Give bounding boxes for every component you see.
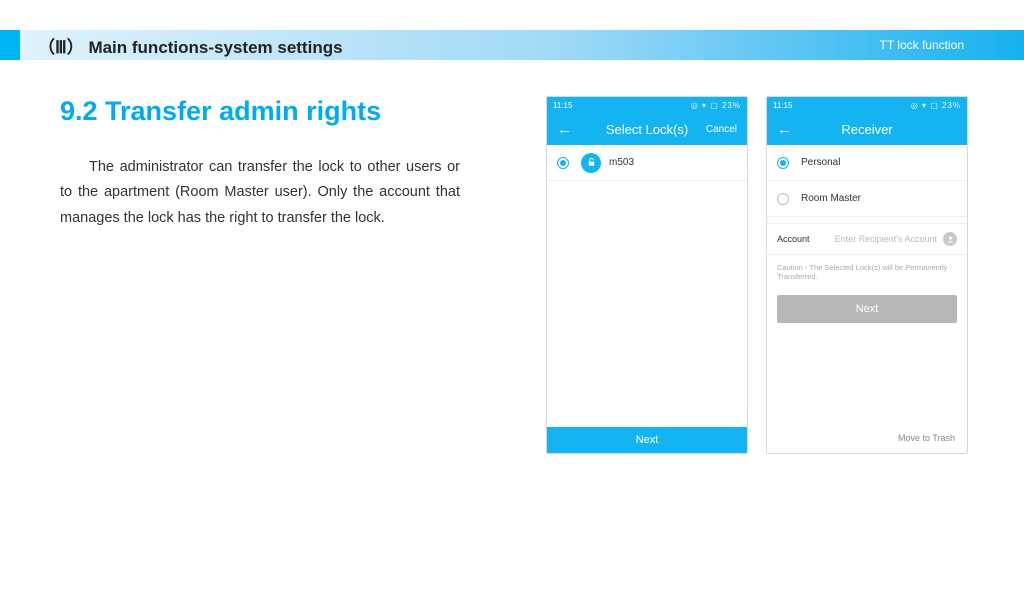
lock-row[interactable]: m503 [547, 145, 747, 181]
option-personal[interactable]: Personal [767, 145, 967, 181]
status-time: 11:15 [773, 101, 792, 110]
radio-unselected-icon[interactable] [777, 193, 789, 205]
text-column: 9.2 Transfer admin rights The administra… [60, 96, 480, 558]
lock-icon [581, 153, 601, 173]
phone-screenshots: 11:15 ◎ ▾ ▢ 23% ← Select Lock(s) Cancel … [546, 96, 968, 558]
navbar-title: Select Lock(s) [606, 122, 688, 137]
lock-name: m503 [609, 157, 634, 168]
back-icon[interactable]: ← [557, 121, 572, 138]
next-button[interactable]: Next [547, 427, 747, 453]
phone-body: Personal Room Master Account Enter Recip… [767, 145, 967, 453]
status-bar: 11:15 ◎ ▾ ▢ 23% [767, 97, 967, 113]
caution-text: Caution - The Selected Lock(s) will be P… [767, 255, 967, 289]
navbar-title: Receiver [841, 122, 892, 137]
page-title: 9.2 Transfer admin rights [60, 96, 460, 127]
account-label: Account [777, 234, 810, 244]
option-label: Personal [801, 157, 840, 168]
slide-section-title: （Ⅲ） Main functions-system settings [38, 33, 343, 58]
radio-selected-icon[interactable] [557, 157, 569, 169]
phone-receiver: 11:15 ◎ ▾ ▢ 23% ← Receiver Personal Room… [766, 96, 968, 454]
navbar-select-locks: ← Select Lock(s) Cancel [547, 113, 747, 145]
status-bar: 11:15 ◎ ▾ ▢ 23% [547, 97, 747, 113]
phone-body: m503 [547, 145, 747, 427]
move-to-trash[interactable]: Move to Trash [767, 423, 967, 453]
navbar-receiver: ← Receiver [767, 113, 967, 145]
status-icons: ◎ ▾ ▢ 23% [691, 101, 741, 110]
next-button[interactable]: Next [777, 295, 957, 323]
account-row[interactable]: Account Enter Recipient's Account [767, 223, 967, 255]
account-placeholder: Enter Recipient's Account [835, 234, 937, 244]
option-roommaster[interactable]: Room Master [767, 181, 967, 217]
back-icon[interactable]: ← [777, 121, 792, 138]
slide-header: （Ⅲ） Main functions-system settings TT lo… [0, 30, 1024, 60]
status-icons: ◎ ▾ ▢ 23% [911, 101, 961, 110]
body-paragraph: The administrator can transfer the lock … [60, 155, 460, 231]
cancel-button[interactable]: Cancel [706, 124, 737, 135]
phone-select-locks: 11:15 ◎ ▾ ▢ 23% ← Select Lock(s) Cancel … [546, 96, 748, 454]
radio-selected-icon[interactable] [777, 157, 789, 169]
slide-content: 9.2 Transfer admin rights The administra… [0, 60, 1024, 558]
status-time: 11:15 [553, 101, 572, 110]
slide-header-right: TT lock function [880, 38, 964, 52]
accent-bar [0, 30, 20, 60]
option-label: Room Master [801, 193, 861, 204]
avatar-icon[interactable] [943, 232, 957, 246]
